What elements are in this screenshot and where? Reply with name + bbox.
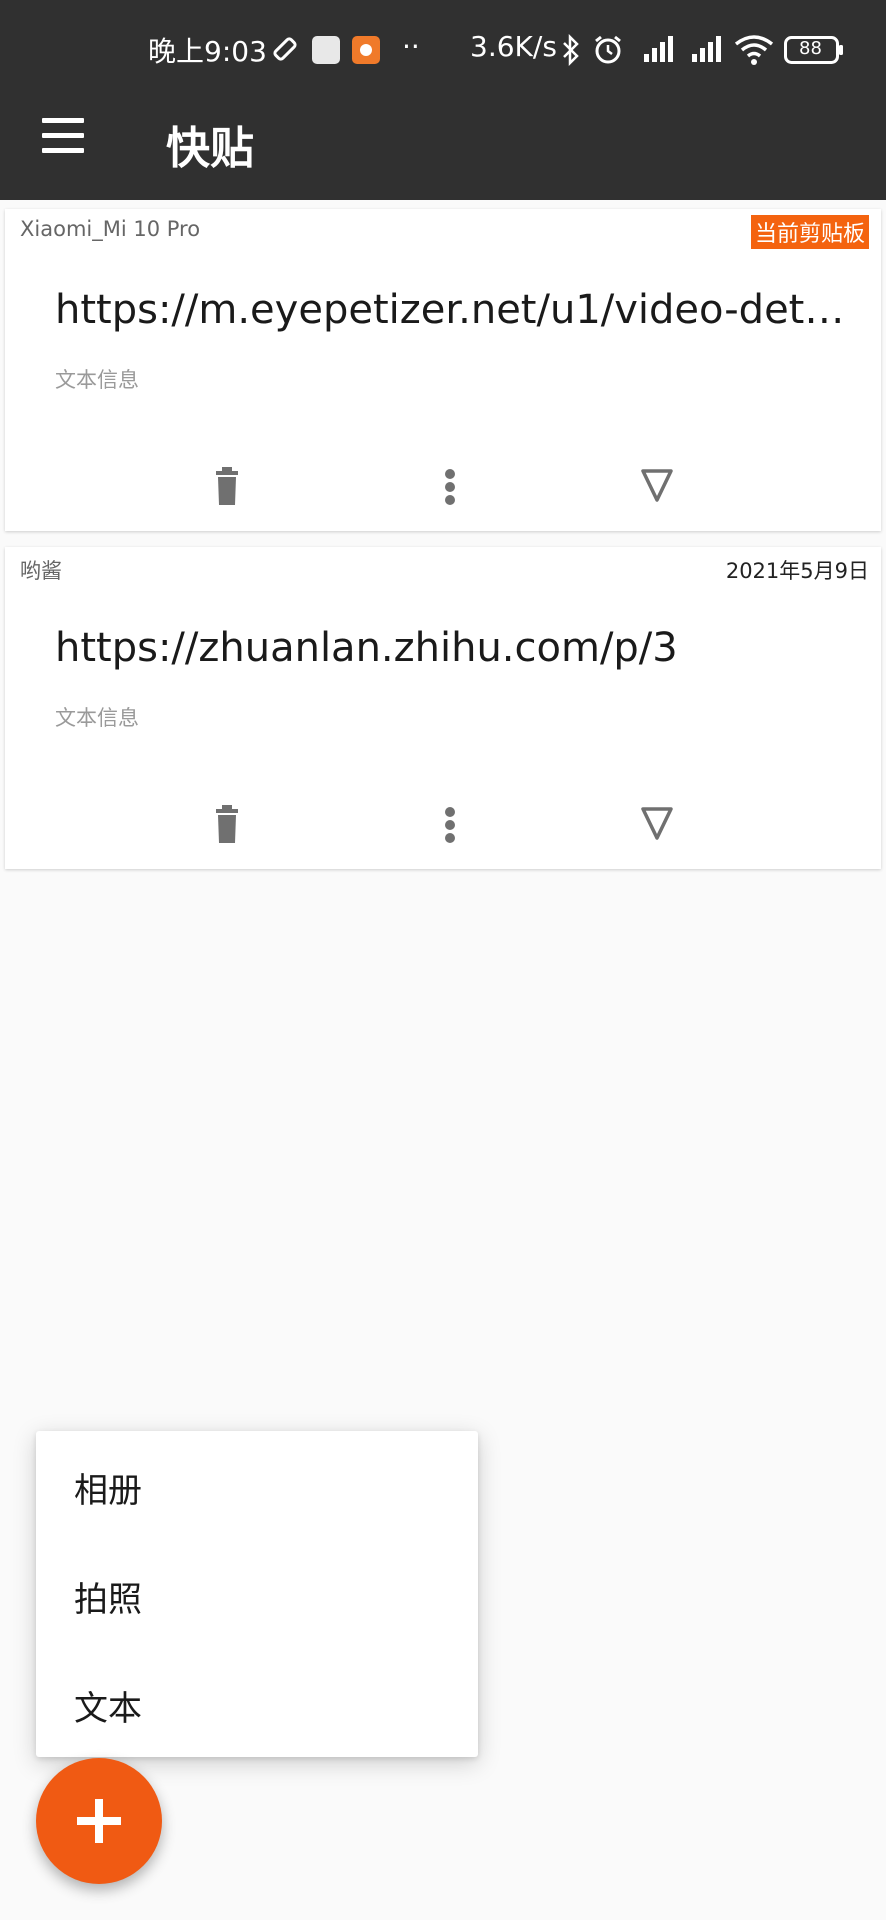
triangle-down-icon (641, 807, 673, 840)
more-vertical-icon (445, 807, 455, 843)
signal-hd-icon (684, 34, 724, 68)
clip-content[interactable]: https://m.eyepetizer.net/u1/video-det… (55, 287, 845, 333)
status-time: 晚上9:03 (148, 35, 267, 68)
menu-item-album[interactable]: 相册 (74, 1463, 142, 1512)
hamburger-menu-icon[interactable] (38, 118, 88, 168)
more-notifications-indicator: ·· (402, 30, 420, 63)
clip-card[interactable]: Xiaomi_Mi 10 Pro 当前剪贴板 https://m.eyepeti… (5, 209, 881, 531)
more-options-button[interactable] (420, 465, 480, 515)
battery-level: 88 (799, 38, 822, 59)
plus-icon (77, 1799, 121, 1843)
add-popup-menu: 相册 拍照 文本 (36, 1431, 478, 1757)
clip-type-label: 文本信息 (55, 706, 139, 730)
trash-icon (216, 467, 238, 505)
bluetooth-icon (560, 33, 582, 70)
clip-device-name: Xiaomi_Mi 10 Pro (20, 217, 201, 241)
clip-content[interactable]: https://zhuanlan.zhihu.com/p/3 (55, 625, 845, 671)
menu-item-text[interactable]: 文本 (74, 1681, 142, 1730)
status-bar: 晚上9:03 ·· 3.6K/s 88 (0, 0, 886, 100)
more-options-button[interactable] (420, 803, 480, 853)
network-speed: 3.6K/s (470, 30, 557, 63)
trash-icon (216, 805, 238, 843)
page-title: 快贴 (166, 123, 254, 174)
expand-button[interactable] (627, 803, 687, 853)
delete-button[interactable] (197, 465, 257, 515)
menu-item-camera[interactable]: 拍照 (74, 1572, 142, 1621)
battery-icon: 88 (784, 36, 844, 64)
more-vertical-icon (445, 469, 455, 505)
clip-device-name: 哟酱 (20, 559, 62, 583)
clip-date: 2021年5月9日 (725, 559, 869, 583)
expand-button[interactable] (627, 465, 687, 515)
current-clipboard-badge: 当前剪贴板 (750, 215, 869, 249)
add-fab-button[interactable] (36, 1758, 162, 1884)
clip-card[interactable]: 哟酱 2021年5月9日 https://zhuanlan.zhihu.com/… (5, 547, 881, 869)
clip-type-label: 文本信息 (55, 368, 139, 392)
app-notification-icon (312, 36, 340, 68)
wifi-icon (734, 34, 774, 70)
signal-hd-icon (636, 34, 676, 68)
bandage-icon (270, 34, 300, 68)
app-notification-icon (352, 36, 380, 68)
triangle-down-icon (641, 469, 673, 502)
delete-button[interactable] (197, 803, 257, 853)
alarm-icon (592, 34, 624, 70)
app-bar: 快贴 (0, 100, 886, 200)
